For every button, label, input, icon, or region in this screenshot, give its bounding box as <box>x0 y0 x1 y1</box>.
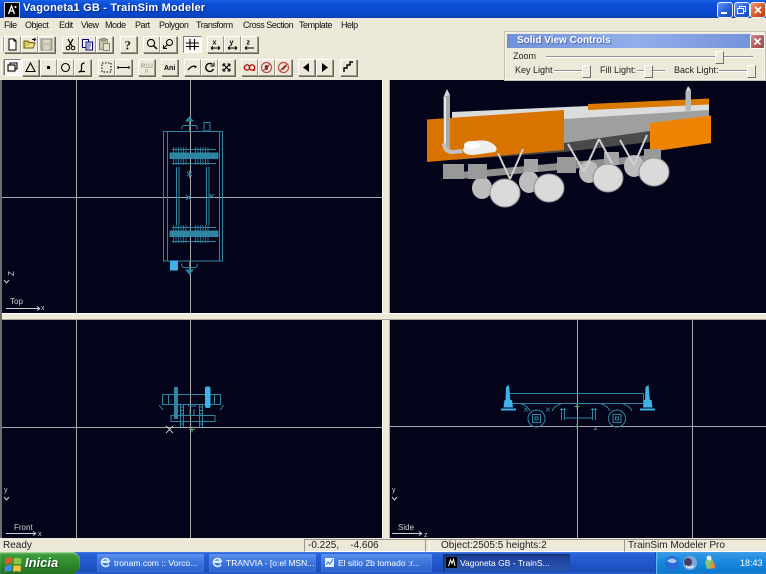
svg-text:z: z <box>247 40 251 47</box>
svg-text:?: ? <box>125 38 132 53</box>
svg-text:Side: Side <box>398 523 415 532</box>
svg-text:Z: Z <box>7 271 16 276</box>
svg-text:R: R <box>145 69 149 75</box>
svg-text:y: y <box>4 487 8 494</box>
svg-text:Top: Top <box>10 297 23 306</box>
svg-text:x: x <box>213 40 217 47</box>
svg-text:y: y <box>392 487 396 494</box>
svg-text:Ani: Ani <box>164 65 175 72</box>
svg-text:z: z <box>594 425 598 432</box>
svg-text:y: y <box>230 40 234 47</box>
svg-text:Front: Front <box>14 523 33 532</box>
svg-text:x: x <box>41 305 45 312</box>
svg-text:x: x <box>38 531 42 538</box>
